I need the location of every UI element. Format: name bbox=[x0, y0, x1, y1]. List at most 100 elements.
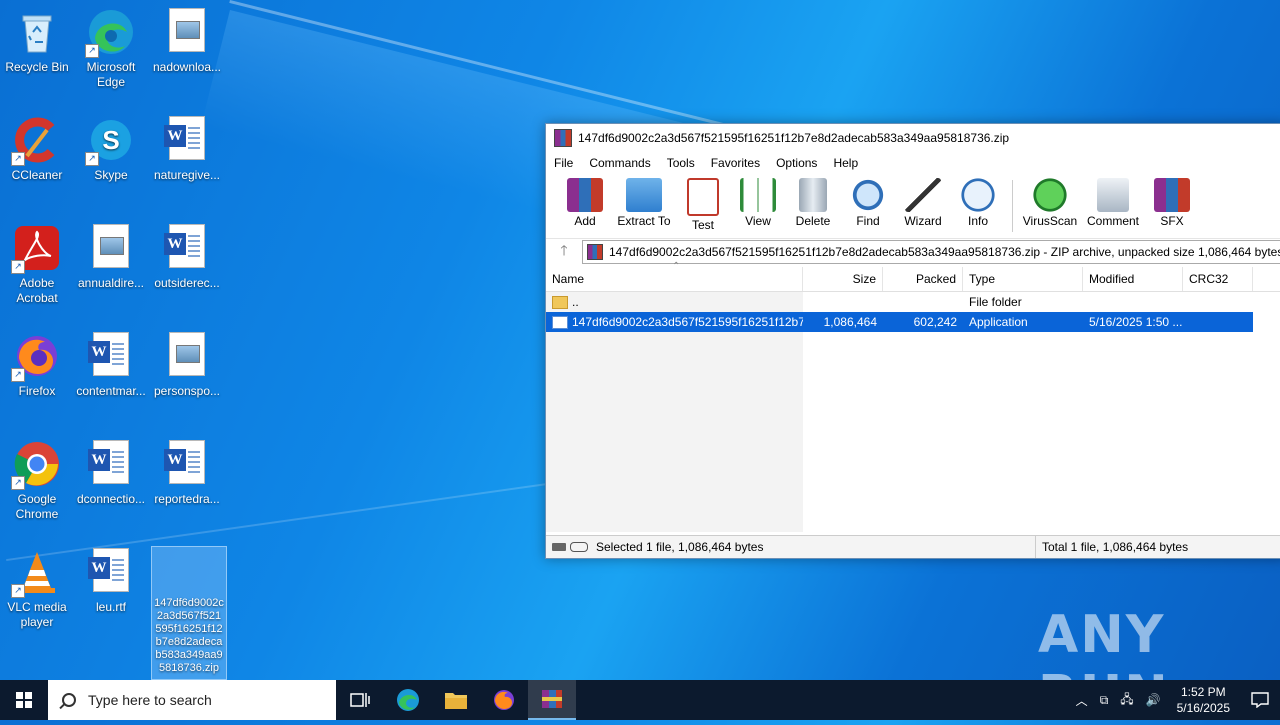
menu-help[interactable]: Help bbox=[825, 156, 866, 170]
wizard-button[interactable]: Wizard bbox=[896, 174, 950, 228]
status-bar: Selected 1 file, 1,086,464 bytes Total 1… bbox=[546, 535, 1280, 558]
delete-button[interactable]: Delete bbox=[786, 174, 840, 228]
desktop-icon-label: CCleaner bbox=[11, 168, 63, 182]
column-crc32[interactable]: CRC32 bbox=[1183, 267, 1253, 291]
sfx-button[interactable]: SFX bbox=[1145, 174, 1199, 228]
status-total: Total 1 file, 1,086,464 bytes bbox=[1042, 540, 1189, 554]
row-modified bbox=[1083, 292, 1183, 312]
desktop-icon-recycle-bin[interactable]: Recycle Bin bbox=[0, 2, 74, 75]
info-button[interactable]: Info bbox=[951, 174, 1005, 228]
desktop-icon-naturegive[interactable]: W naturegive... bbox=[150, 110, 224, 183]
window-titlebar[interactable]: 147df6d9002c2a3d567f521595f16251f12b7e8d… bbox=[546, 124, 1280, 152]
chrome-icon: ↗ bbox=[11, 440, 61, 490]
column-packed[interactable]: Packed bbox=[883, 267, 963, 291]
desktop-icon-label: outsiderec... bbox=[154, 276, 220, 290]
taskbar-search-box[interactable]: Type here to search bbox=[48, 680, 336, 720]
menu-file[interactable]: File bbox=[546, 156, 581, 170]
notifications-button[interactable] bbox=[1240, 680, 1280, 720]
desktop-icon-label: VLC media player bbox=[7, 600, 67, 629]
desktop-icon-reportedra[interactable]: W reportedra... bbox=[150, 434, 224, 507]
network-icon[interactable]: 🖧 bbox=[1114, 690, 1139, 711]
desktop-icon-skype[interactable]: S ↗ Skype bbox=[74, 110, 148, 183]
address-bar: 🡑 147df6d9002c2a3d567f521595f16251f12b7e… bbox=[546, 238, 1280, 265]
desktop-icon-nadownload[interactable]: nadownloa... bbox=[150, 2, 224, 75]
virusscan-button[interactable]: VirusScan bbox=[1019, 174, 1081, 228]
test-button[interactable]: Test bbox=[676, 174, 730, 232]
image-file-icon bbox=[87, 224, 135, 272]
winrar-window[interactable]: 147df6d9002c2a3d567f521595f16251f12b7e8d… bbox=[545, 123, 1280, 559]
find-button-label: Find bbox=[856, 214, 880, 228]
table-row[interactable]: .. File folder bbox=[546, 292, 1280, 312]
magnifier-icon bbox=[850, 178, 886, 212]
desktop-icon-microsoft-edge[interactable]: ↗ Microsoft Edge bbox=[74, 2, 148, 90]
image-file-icon bbox=[163, 8, 211, 56]
drive-icon[interactable] bbox=[552, 543, 566, 551]
shortcut-arrow-icon: ↗ bbox=[11, 368, 25, 382]
desktop-icon-leu-rtf[interactable]: W leu.rtf bbox=[74, 542, 148, 615]
row-type: File folder bbox=[969, 295, 1022, 309]
menu-commands[interactable]: Commands bbox=[581, 156, 658, 170]
find-button[interactable]: Find bbox=[841, 174, 895, 228]
network-adapter-icon[interactable]: ⧉ bbox=[1094, 693, 1115, 708]
desktop-icon-label: Firefox bbox=[18, 384, 56, 398]
menu-tools[interactable]: Tools bbox=[659, 156, 703, 170]
taskbar-winrar[interactable] bbox=[528, 680, 576, 720]
clock[interactable]: 1:52 PM 5/16/2025 bbox=[1167, 684, 1240, 716]
start-button[interactable] bbox=[0, 680, 48, 720]
up-arrow-icon[interactable]: 🡑 bbox=[546, 240, 582, 264]
skype-icon: S ↗ bbox=[85, 116, 135, 166]
firefox-icon: ↗ bbox=[11, 332, 61, 382]
desktop-icon-adobe-acrobat[interactable]: ↗ Adobe Acrobat bbox=[0, 218, 74, 306]
application-icon bbox=[552, 316, 568, 330]
taskbar-edge[interactable] bbox=[384, 680, 432, 720]
menu-bar: File Commands Tools Favorites Options He… bbox=[546, 152, 1280, 174]
desktop-icon-zip-archive[interactable]: 147df6d9002c2a3d567f521595f16251f12b7e8d… bbox=[151, 546, 227, 680]
magic-wand-icon bbox=[905, 178, 941, 212]
show-hidden-icons-chevron-icon[interactable]: ︿ bbox=[1070, 692, 1094, 709]
toolbar-separator bbox=[1012, 180, 1013, 232]
desktop-icon-personspo[interactable]: personspo... bbox=[150, 326, 224, 399]
comment-button[interactable]: Comment bbox=[1082, 174, 1144, 228]
row-name: 147df6d9002c2a3d567f521595f16251f12b7... bbox=[572, 315, 803, 329]
status-selected: Selected 1 file, 1,086,464 bytes bbox=[596, 540, 764, 554]
desktop-icon-label: Microsoft Edge bbox=[86, 60, 136, 89]
add-button[interactable]: Add bbox=[558, 174, 612, 228]
desktop-icon-contentmar[interactable]: W contentmar... bbox=[74, 326, 148, 399]
desktop-icon-google-chrome[interactable]: ↗ Google Chrome bbox=[0, 434, 74, 522]
folder-icon bbox=[445, 693, 467, 709]
winrar-app-icon bbox=[554, 129, 572, 147]
image-file-icon bbox=[163, 332, 211, 380]
key-icon[interactable] bbox=[570, 542, 588, 552]
view-book-icon bbox=[740, 178, 776, 212]
archive-path-field[interactable]: 147df6d9002c2a3d567f521595f16251f12b7e8d… bbox=[582, 240, 1280, 264]
desktop-icon-annualdire[interactable]: annualdire... bbox=[74, 218, 148, 291]
column-size[interactable]: Size bbox=[803, 267, 883, 291]
desktop-icon-dconnectio[interactable]: W dconnectio... bbox=[74, 434, 148, 507]
desktop-icon-label: reportedra... bbox=[154, 492, 220, 506]
taskbar-file-explorer[interactable] bbox=[432, 680, 480, 720]
desktop-icon-ccleaner[interactable]: ↗ CCleaner bbox=[0, 110, 74, 183]
desktop-icon-label: annualdire... bbox=[77, 276, 145, 290]
column-type[interactable]: Type bbox=[963, 267, 1083, 291]
volume-icon[interactable]: 🔊 bbox=[1140, 693, 1167, 707]
shortcut-arrow-icon: ↗ bbox=[11, 584, 25, 598]
desktop-icon-firefox[interactable]: ↗ Firefox bbox=[0, 326, 74, 399]
word-document-icon: W bbox=[163, 440, 211, 488]
column-modified[interactable]: Modified bbox=[1083, 267, 1183, 291]
ccleaner-icon: ↗ bbox=[11, 116, 61, 166]
extract-to-button[interactable]: Extract To bbox=[613, 174, 675, 228]
desktop-icon-vlc[interactable]: ↗ VLC media player bbox=[0, 542, 74, 630]
svg-text:S: S bbox=[102, 125, 119, 155]
notification-icon bbox=[1251, 692, 1269, 708]
menu-favorites[interactable]: Favorites bbox=[703, 156, 768, 170]
desktop-icon-outsiderec[interactable]: W outsiderec... bbox=[150, 218, 224, 291]
menu-options[interactable]: Options bbox=[768, 156, 825, 170]
row-modified: 5/16/2025 1:50 ... bbox=[1089, 315, 1183, 329]
table-row[interactable]: 147df6d9002c2a3d567f521595f16251f12b7...… bbox=[546, 312, 1253, 332]
task-view-button[interactable] bbox=[336, 680, 384, 720]
adobe-acrobat-icon: ↗ bbox=[11, 224, 61, 274]
desktop-icon-label: Skype bbox=[94, 168, 128, 182]
taskbar-firefox[interactable] bbox=[480, 680, 528, 720]
virusscan-button-label: VirusScan bbox=[1022, 214, 1078, 228]
view-button[interactable]: View bbox=[731, 174, 785, 228]
